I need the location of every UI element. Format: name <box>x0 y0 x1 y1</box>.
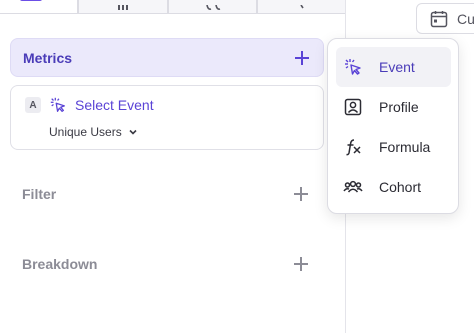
date-range-button[interactable]: Cu <box>416 3 474 34</box>
menu-item-label: Event <box>379 59 415 75</box>
select-event-label: Select Event <box>75 97 154 113</box>
add-metric-plus-icon[interactable] <box>295 51 309 65</box>
chart-icon <box>118 5 128 10</box>
filter-title: Filter <box>22 186 57 202</box>
metric-card-a: A Select Event Unique Users <box>10 85 324 150</box>
formula-icon <box>346 139 361 156</box>
select-event-button[interactable]: Select Event <box>49 96 154 114</box>
add-metric-menu: Event Profile Formula Cohort <box>327 38 459 214</box>
chevron-down-icon <box>129 129 137 135</box>
cohort-icon <box>343 180 363 193</box>
active-tab-indicator <box>20 0 42 1</box>
flows-icon <box>205 5 220 10</box>
cursor-click-icon <box>345 59 361 75</box>
metrics-section-header[interactable]: Metrics <box>10 38 324 77</box>
metric-letter-badge: A <box>25 97 41 113</box>
view-tab-strip <box>0 0 346 14</box>
breakdown-title: Breakdown <box>22 256 98 272</box>
menu-item-cohort[interactable]: Cohort <box>336 167 451 207</box>
date-range-label: Cu <box>457 10 474 27</box>
menu-item-label: Cohort <box>379 179 422 195</box>
other-icon <box>299 5 304 9</box>
add-breakdown-plus-icon[interactable] <box>294 257 308 271</box>
profile-icon <box>344 98 362 116</box>
tab-flows-view[interactable] <box>168 0 257 14</box>
tab-chart-view[interactable] <box>78 0 168 14</box>
add-filter-plus-icon[interactable] <box>294 187 308 201</box>
menu-item-label: Formula <box>379 139 431 155</box>
cursor-click-icon <box>50 97 65 112</box>
aggregation-label: Unique Users <box>49 125 122 139</box>
menu-item-formula[interactable]: Formula <box>336 127 451 167</box>
menu-item-event[interactable]: Event <box>336 47 451 87</box>
tab-metrics-view[interactable] <box>0 0 78 14</box>
tab-other-view[interactable] <box>257 0 346 14</box>
aggregation-dropdown[interactable]: Unique Users <box>49 125 138 139</box>
menu-item-label: Profile <box>379 99 419 115</box>
menu-item-profile[interactable]: Profile <box>336 87 451 127</box>
calendar-icon <box>430 10 448 27</box>
metrics-title: Metrics <box>23 49 73 66</box>
